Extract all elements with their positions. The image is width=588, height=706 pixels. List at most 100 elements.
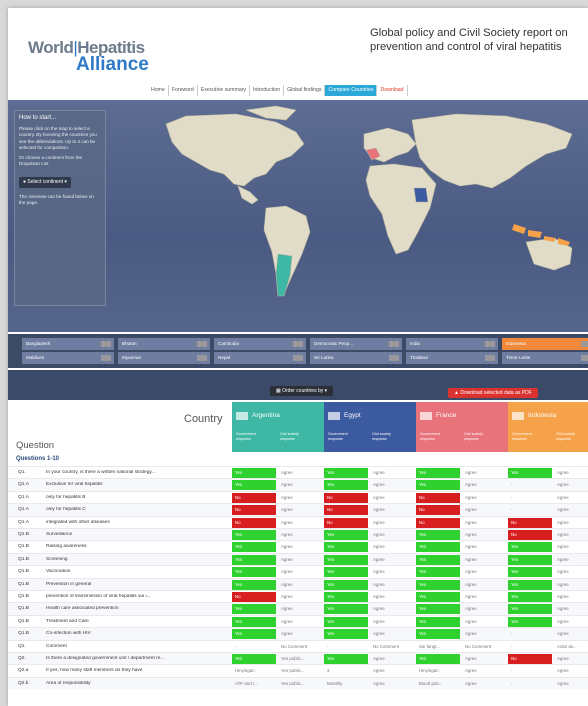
nav-item[interactable]: Download: [377, 85, 408, 96]
government-response-cell: Yes: [416, 542, 460, 553]
civil-society-response-cell: Agree: [373, 494, 385, 500]
civil-society-response-cell: Agree: [281, 606, 293, 612]
page: World|Hepatitis Alliance Global policy a…: [8, 8, 588, 706]
country-chip-label: Timor-Leste: [506, 355, 531, 360]
country-chip[interactable]: Thailand: [406, 352, 498, 364]
report-title-line2: prevention and control of viral hepatiti…: [370, 41, 562, 53]
table-row: Q1.B Co-infection with HIV Yes Agree Yes Agre…: [8, 627, 588, 640]
civil-society-response-cell: Agree: [281, 532, 293, 537]
country-label: Country: [184, 413, 223, 425]
nav-item[interactable]: Introduction: [250, 85, 285, 96]
question-number: Q2.b: [18, 680, 29, 686]
world-map[interactable]: [126, 104, 588, 324]
question-text: prevention of transmission of viral hepa…: [46, 594, 151, 599]
header: World|Hepatitis Alliance Global policy a…: [8, 8, 588, 98]
country-chip[interactable]: Bhutan: [118, 338, 210, 350]
nav-item[interactable]: Foreword: [169, 85, 198, 96]
country-column-header[interactable]: Indonesia Government response Civil societ…: [508, 402, 588, 452]
government-response-cell: Yes: [232, 480, 276, 491]
civil-society-response-label: Civil society response: [464, 432, 483, 441]
civil-society-response-cell: Agree: [281, 581, 293, 587]
country-chip[interactable]: Indonesia: [502, 338, 588, 350]
how-to-start-panel: How to start... Please click on the map …: [14, 110, 106, 306]
order-countries-button[interactable]: ▦ Order countries by ▾: [270, 386, 334, 396]
question-number: Q1.B: [18, 631, 29, 637]
map-section: How to start... Please click on the map …: [8, 100, 588, 332]
civil-society-response-cell: Agree: [465, 556, 477, 562]
government-response-cell: Yes: [416, 480, 460, 491]
government-response-cell: Sie fangt...: [419, 643, 440, 649]
civil-society-response-cell: Agree: [465, 594, 477, 599]
flag-icon: [293, 341, 303, 347]
map-country-egypt: [413, 187, 429, 203]
table-row: Q2.b Area of responsibility ATP and I... Ye…: [8, 676, 588, 690]
civil-society-response-cell: Agree: [557, 482, 569, 488]
country-chip[interactable]: Timor-Leste: [502, 352, 588, 364]
country-chip[interactable]: Cambodia: [214, 338, 306, 350]
government-response-label: Government response: [328, 432, 348, 441]
question-text: Treatment and Care: [46, 618, 89, 624]
civil-society-response-cell: Agree: [373, 618, 385, 624]
country-chip[interactable]: Democratic Peop...: [310, 338, 402, 350]
select-continent-button[interactable]: ● Select continent ▾: [19, 177, 71, 188]
government-response-cell: Yes: [508, 542, 552, 553]
government-response-cell: Yes: [508, 567, 552, 578]
question-number: Q1.B: [18, 606, 29, 612]
civil-society-response-cell: Agree: [465, 569, 477, 575]
nav-item[interactable]: Global findings: [284, 85, 326, 96]
country-chip[interactable]: Maldives: [22, 352, 114, 364]
government-response-cell: -: [511, 482, 513, 488]
government-response-cell: Yes: [508, 616, 552, 627]
government-response-cell: Yes: [324, 616, 368, 627]
country-chip-label: Bhutan: [122, 341, 137, 346]
government-response-cell: Yes: [416, 616, 460, 627]
country-column-header[interactable]: Argentina Government response Civil societ…: [232, 402, 324, 452]
government-response-cell: Yes: [324, 542, 368, 553]
logo[interactable]: World|Hepatitis Alliance: [28, 38, 188, 80]
question-text: Is there a designated government unit / …: [46, 656, 165, 661]
country-column-header[interactable]: France Government response Civil society r…: [416, 402, 508, 452]
country-column-header[interactable]: Egypt Government response Civil society re…: [324, 402, 416, 452]
nav-item[interactable]: Home: [148, 85, 169, 96]
nav-item[interactable]: Compare Countries: [325, 85, 378, 96]
table-row: Q1.B Prevention in general Yes Agree Yes Agre…: [8, 577, 588, 590]
table-row: Q1.A only for hepatitis B No Agree No Agree No…: [8, 490, 588, 504]
government-response-cell: Yes: [508, 592, 552, 602]
country-chip[interactable]: Bangladesh: [22, 338, 114, 350]
government-response-cell: Monthly: [327, 680, 343, 686]
download-pdf-button[interactable]: ▲ Download selected data as PDF: [448, 388, 538, 398]
order-label: Order countries by: [282, 388, 324, 394]
civil-society-response-cell: Agree: [373, 507, 385, 513]
government-response-cell: Yes: [416, 554, 460, 565]
government-response-cell: Yes: [416, 629, 460, 640]
civil-society-response-cell: Agree: [281, 507, 293, 513]
table-row: Q1.A only for hepatitis C No Agree No Agree No…: [8, 503, 588, 516]
question-text: Screening: [46, 556, 68, 562]
section-title: Questions 1-10: [16, 456, 60, 462]
country-chip-label: Thailand: [410, 355, 428, 360]
nav-item[interactable]: Executive summary: [198, 85, 251, 96]
grid-icon: ▦: [276, 388, 281, 394]
table-row: Q1.A Exclusive for viral hepatitis Yes Agre…: [8, 478, 588, 491]
panel-continent-hint: Or choose a continent from the Dropdown …: [19, 155, 83, 167]
civil-society-response-cell: Agree: [373, 594, 385, 599]
government-response-cell: Yes: [416, 604, 460, 615]
table-row: Q1.B Screening Yes Agree Yes Agree Yes Agree Yes…: [8, 552, 588, 566]
map-country-argentina: [275, 253, 293, 297]
country-chip[interactable]: Nepal: [214, 352, 306, 364]
civil-society-response-cell: Agree: [557, 631, 569, 637]
country-chip-label: Democratic Peop...: [314, 341, 354, 346]
government-response-cell: Yes: [324, 604, 368, 615]
country-chip[interactable]: Myanmar: [118, 352, 210, 364]
government-response-cell: Yes: [324, 579, 368, 590]
country-chip[interactable]: India: [406, 338, 498, 350]
logo-world: World: [28, 38, 74, 57]
government-response-cell: Yes: [324, 530, 368, 540]
chevron-down-icon: ▾: [64, 179, 67, 186]
flag-icon: [101, 355, 111, 361]
flag-icon: [581, 355, 588, 361]
question-number: Q1.B: [18, 618, 29, 624]
civil-society-response-cell: Agree: [557, 680, 569, 686]
country-chip[interactable]: Sri Lanka: [310, 352, 402, 364]
civil-society-response-cell: Agree: [373, 631, 385, 637]
